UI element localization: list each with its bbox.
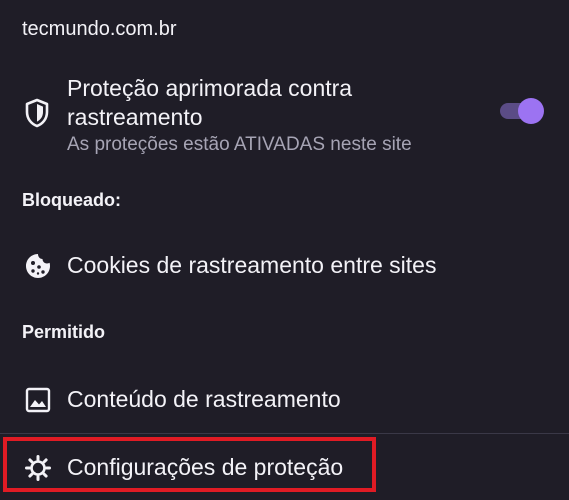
cookie-icon — [26, 254, 50, 278]
tracking-protection-title: Proteção aprimorada contra rastreamento — [67, 75, 353, 130]
list-item-label: Conteúdo de rastreamento — [67, 386, 341, 412]
list-item-tracking-content[interactable]: Conteúdo de rastreamento — [0, 374, 569, 424]
tracking-protection-toggle[interactable] — [500, 98, 546, 124]
shield-icon — [25, 98, 49, 128]
divider — [0, 433, 569, 434]
tracking-protection-status: As proteções estão ATIVADAS neste site — [67, 134, 412, 155]
site-domain: tecmundo.com.br — [22, 18, 177, 40]
toggle-knob — [518, 98, 544, 124]
blocked-section-label: Bloqueado: — [22, 190, 121, 210]
highlight-box — [3, 437, 376, 492]
image-icon — [25, 387, 51, 413]
list-item-cross-site-cookies[interactable]: Cookies de rastreamento entre sites — [0, 240, 569, 290]
list-item-label: Cookies de rastreamento entre sites — [67, 252, 437, 278]
tracking-protection-row: Proteção aprimorada contra rastreamento … — [0, 70, 569, 162]
allowed-section-label: Permitido — [22, 322, 106, 342]
